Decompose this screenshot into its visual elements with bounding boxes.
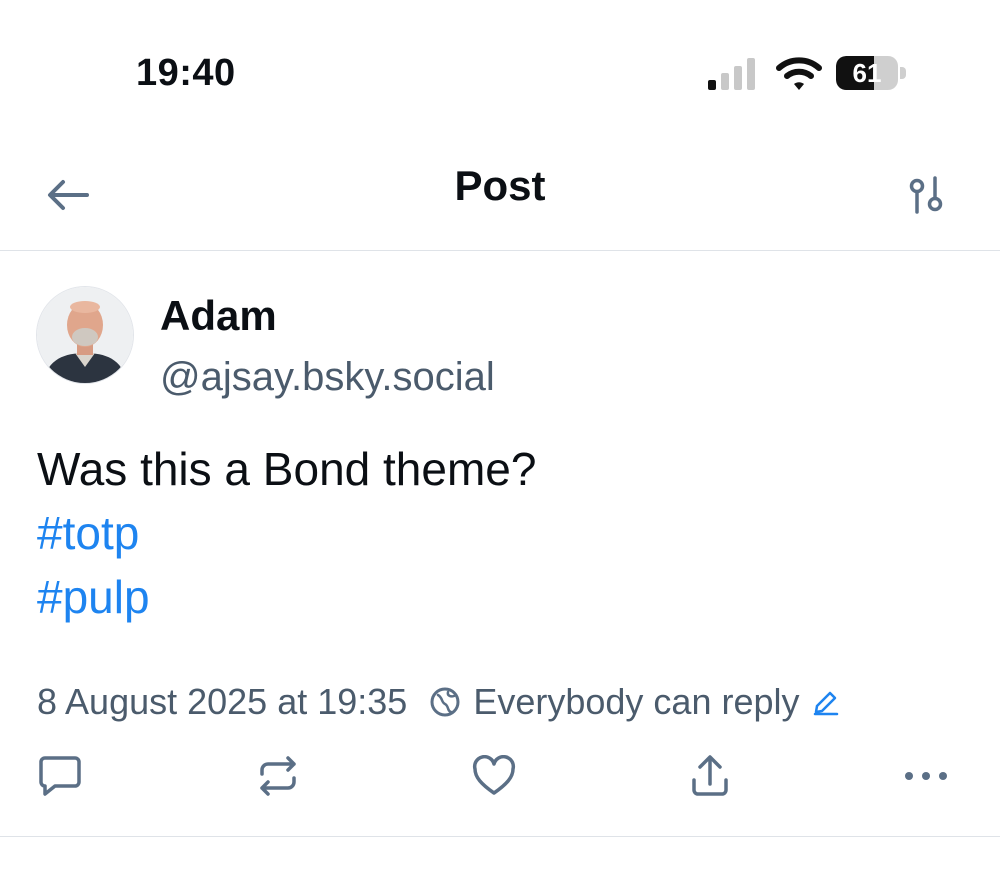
author-handle[interactable]: @ajsay.bsky.social bbox=[160, 355, 495, 400]
pencil-icon bbox=[813, 691, 838, 716]
back-button[interactable] bbox=[36, 168, 100, 222]
post-header: Post bbox=[0, 140, 1000, 251]
repost-icon bbox=[260, 756, 296, 796]
author-name[interactable]: Adam bbox=[160, 292, 277, 340]
more-icon bbox=[905, 772, 947, 780]
battery-level: 61 bbox=[852, 58, 882, 88]
reply-setting-label: Everybody can reply bbox=[473, 681, 800, 722]
share-button[interactable] bbox=[680, 746, 740, 806]
hashtag-totp[interactable]: #totp bbox=[37, 506, 139, 560]
post-text: Was this a Bond theme? bbox=[37, 443, 537, 495]
avatar[interactable] bbox=[36, 286, 134, 384]
thread-settings-button[interactable] bbox=[896, 168, 956, 222]
like-button[interactable] bbox=[464, 746, 524, 806]
reply-button[interactable] bbox=[30, 746, 90, 806]
post-actions bbox=[0, 746, 1000, 810]
reply-icon bbox=[39, 756, 81, 796]
share-icon bbox=[692, 755, 728, 796]
status-bar: 19:40 61 bbox=[0, 0, 1000, 140]
like-icon bbox=[472, 755, 516, 795]
sliders-icon bbox=[909, 176, 943, 214]
arrow-left-icon bbox=[48, 180, 89, 210]
cellular-signal-icon bbox=[708, 58, 755, 90]
post-timestamp: 8 August 2025 at 19:35 bbox=[37, 681, 408, 722]
page-title: Post bbox=[454, 162, 546, 209]
globe-icon bbox=[430, 687, 460, 717]
wifi-icon bbox=[776, 57, 822, 90]
post-meta: 8 August 2025 at 19:35 Everybody can rep… bbox=[37, 680, 840, 724]
more-options-button[interactable] bbox=[896, 746, 956, 806]
hashtag-pulp[interactable]: #pulp bbox=[37, 570, 150, 624]
repost-button[interactable] bbox=[248, 746, 308, 806]
avatar-photo bbox=[37, 287, 133, 383]
battery-indicator: 61 bbox=[836, 56, 908, 92]
reply-settings-button[interactable]: Everybody can reply bbox=[429, 681, 839, 723]
status-time: 19:40 bbox=[136, 52, 236, 94]
divider bbox=[0, 836, 1000, 837]
